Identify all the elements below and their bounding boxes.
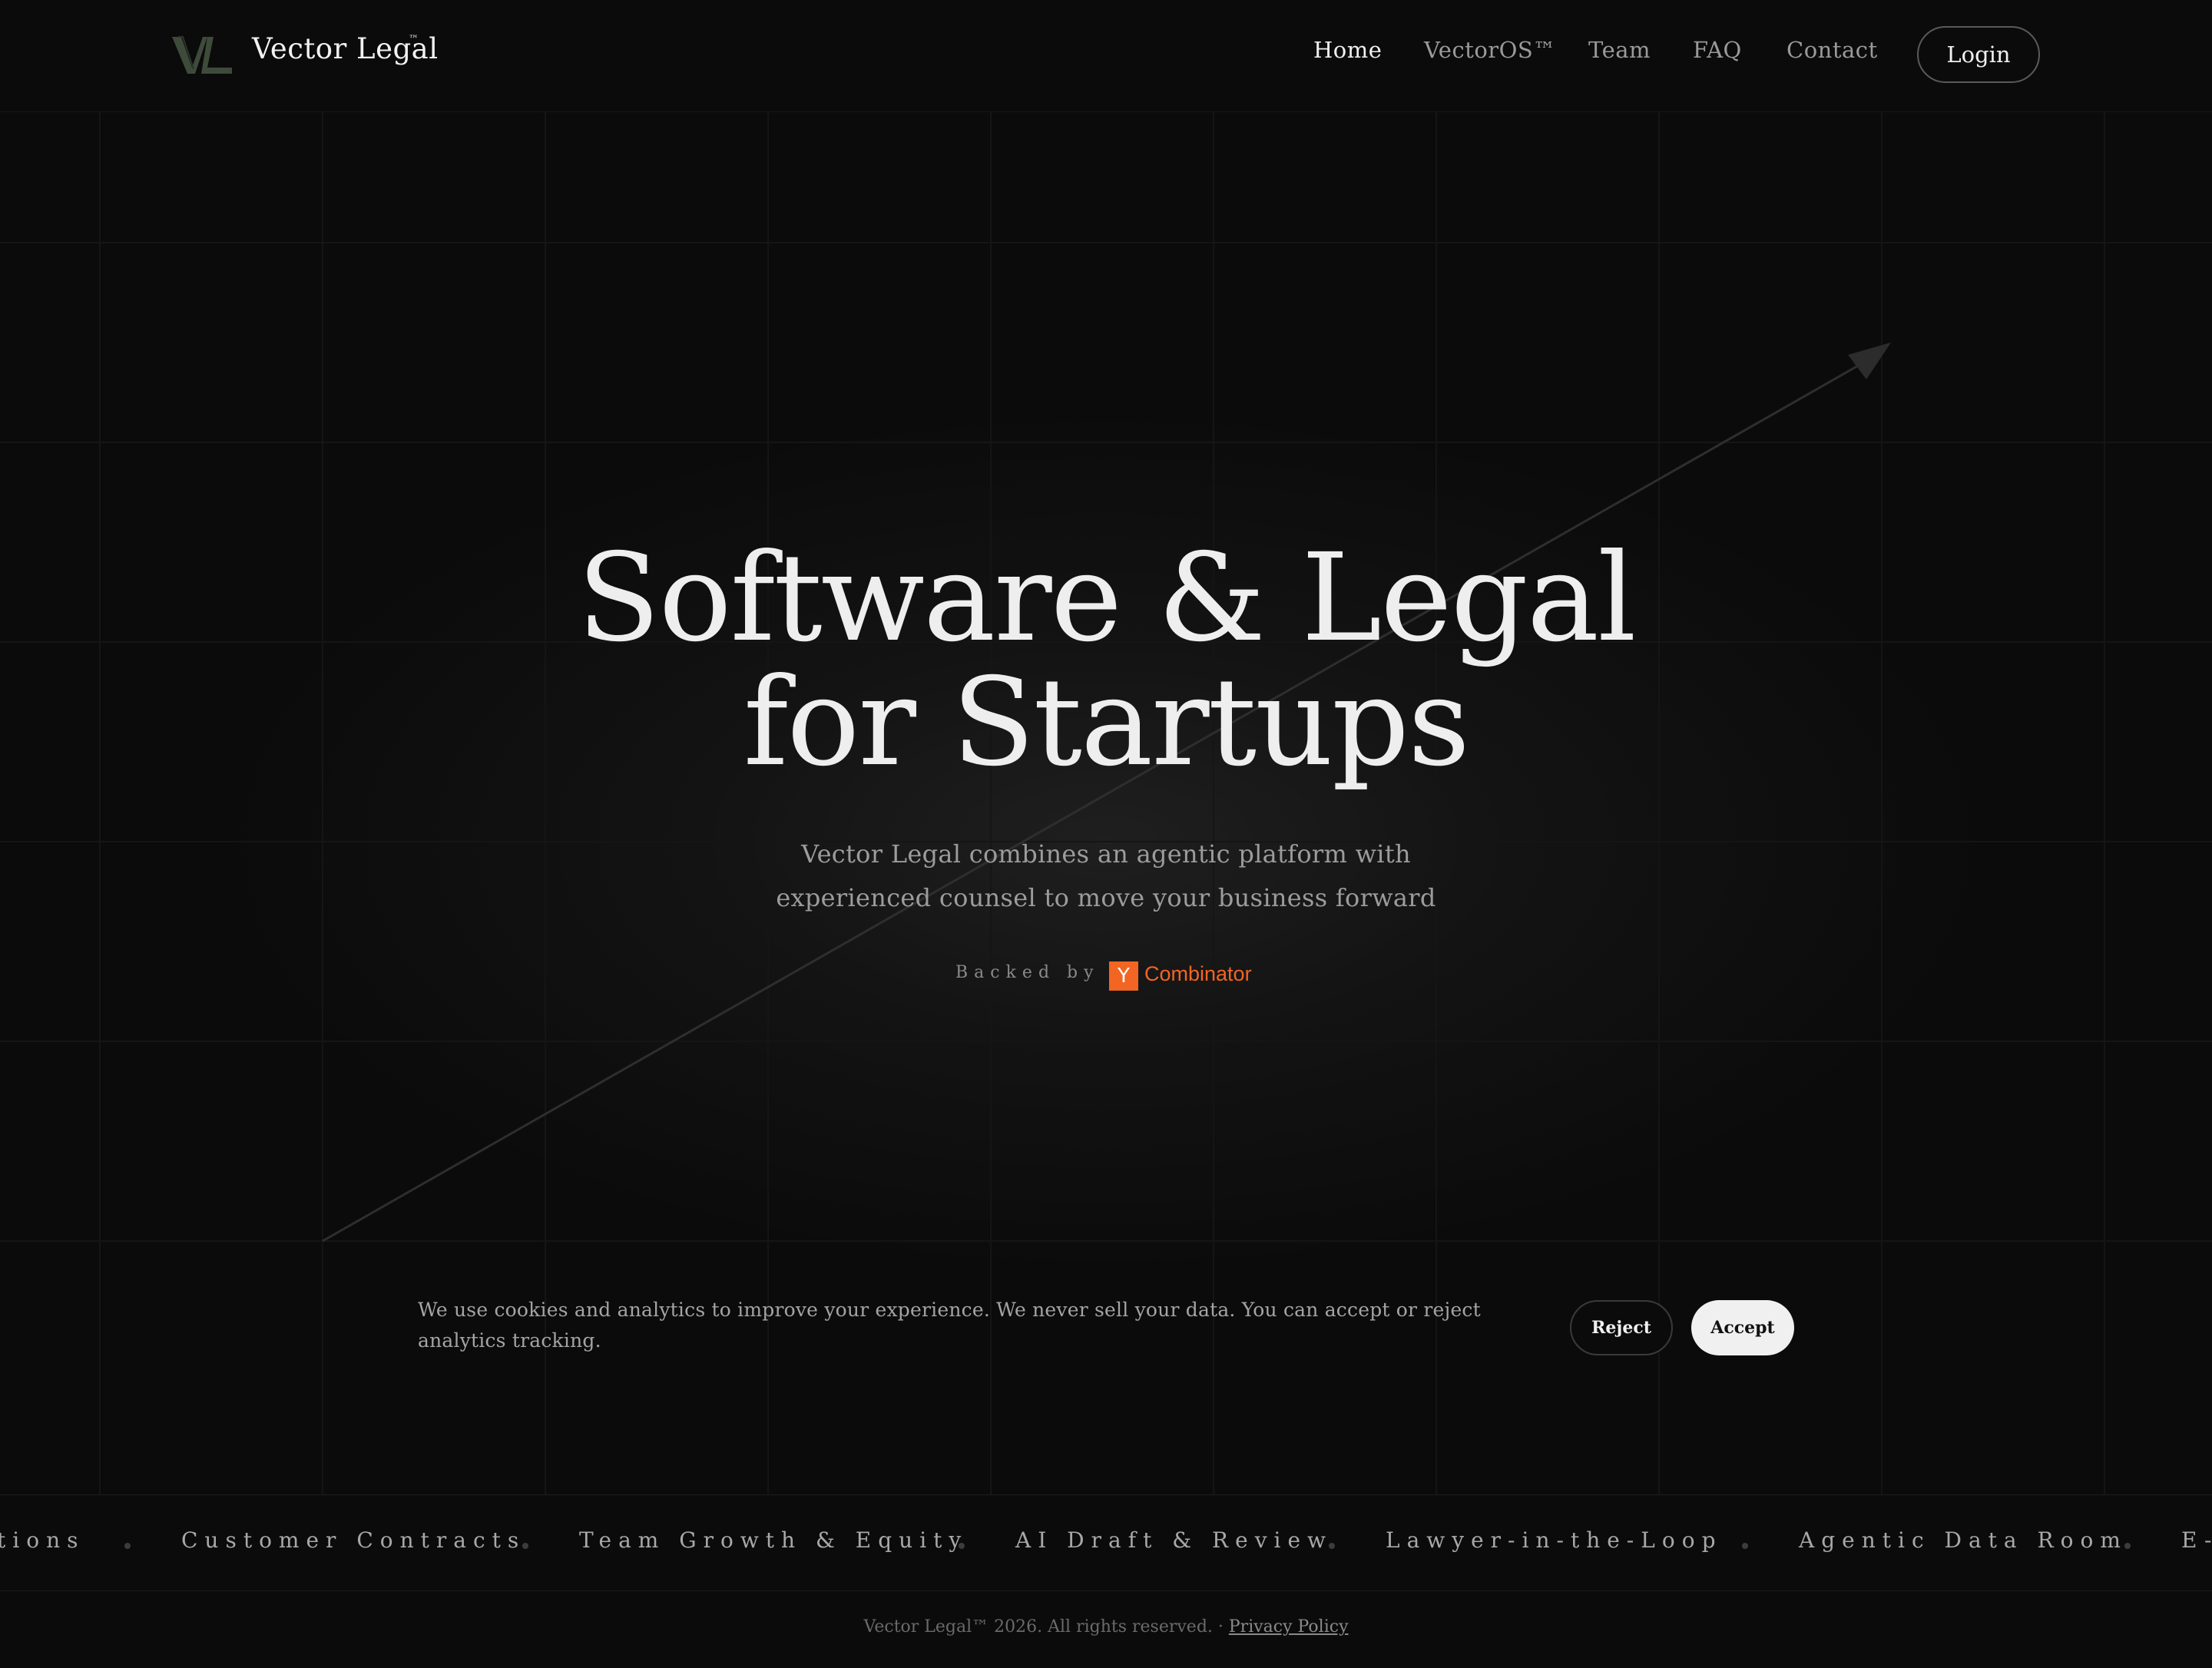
ticker-separator-dot bbox=[124, 1543, 131, 1549]
cookie-message: We use cookies and analytics to improve … bbox=[418, 1299, 1481, 1352]
ticker-item: Agentic Data Room bbox=[1799, 1527, 2128, 1553]
hero-title: Software & Legal for Startups bbox=[0, 536, 2212, 785]
ticker-item: Team Growth & Equity bbox=[579, 1527, 969, 1553]
ticker-separator-dot bbox=[959, 1543, 965, 1549]
feature-ticker: tions Customer Contracts Team Growth & E… bbox=[0, 1494, 2212, 1591]
nav-home[interactable]: Home bbox=[1313, 37, 1382, 63]
ticker-separator-dot bbox=[1742, 1543, 1748, 1549]
ticker-item: Lawyer-in-the-Loop bbox=[1386, 1527, 1723, 1553]
reject-cookies-button[interactable]: Reject bbox=[1570, 1300, 1673, 1355]
accept-cookies-button[interactable]: Accept bbox=[1691, 1300, 1794, 1355]
ticker-separator-dot bbox=[1329, 1543, 1335, 1549]
page: Vector Legal ™ Home VectorOS™ Team FAQ C… bbox=[0, 0, 2212, 1668]
y-combinator-logo-icon: Y bbox=[1109, 961, 1138, 991]
site-footer: Vector Legal™ 2026. All rights reserved.… bbox=[0, 1617, 2212, 1637]
hero-title-line-1: Software & Legal bbox=[577, 528, 1636, 669]
y-combinator-name: Combinator bbox=[1144, 962, 1252, 985]
hero-title-line-2: for Startups bbox=[743, 652, 1470, 793]
hero-subtitle-line-1: Vector Legal combines an agentic platfor… bbox=[801, 839, 1411, 869]
main-nav: Home VectorOS™ Team FAQ Contact bbox=[0, 37, 2212, 68]
backed-by-label: Backed by bbox=[955, 963, 1100, 982]
login-button[interactable]: Login bbox=[1917, 26, 2040, 83]
privacy-policy-link[interactable]: Privacy Policy bbox=[1229, 1617, 1349, 1637]
footer-copyright: Vector Legal™ 2026. All rights reserved.… bbox=[863, 1617, 1229, 1637]
ticker-item: AI Draft & Review bbox=[1015, 1527, 1333, 1553]
ticker-item: Customer Contracts bbox=[181, 1527, 526, 1553]
ticker-separator-dot bbox=[522, 1543, 528, 1549]
ticker-item: E- bbox=[2181, 1527, 2211, 1553]
nav-contact[interactable]: Contact bbox=[1786, 37, 1878, 63]
ticker-item: tions bbox=[0, 1527, 85, 1553]
site-header: Vector Legal ™ Home VectorOS™ Team FAQ C… bbox=[0, 0, 2212, 112]
nav-team[interactable]: Team bbox=[1588, 37, 1651, 63]
ticker-separator-dot bbox=[2124, 1543, 2131, 1549]
nav-faq[interactable]: FAQ bbox=[1693, 37, 1742, 63]
hero-subtitle-line-2: experienced counsel to move your busines… bbox=[776, 883, 1436, 912]
hero-subtitle: Vector Legal combines an agentic platfor… bbox=[0, 832, 2212, 920]
nav-vectoros[interactable]: VectorOS™ bbox=[1424, 37, 1556, 63]
